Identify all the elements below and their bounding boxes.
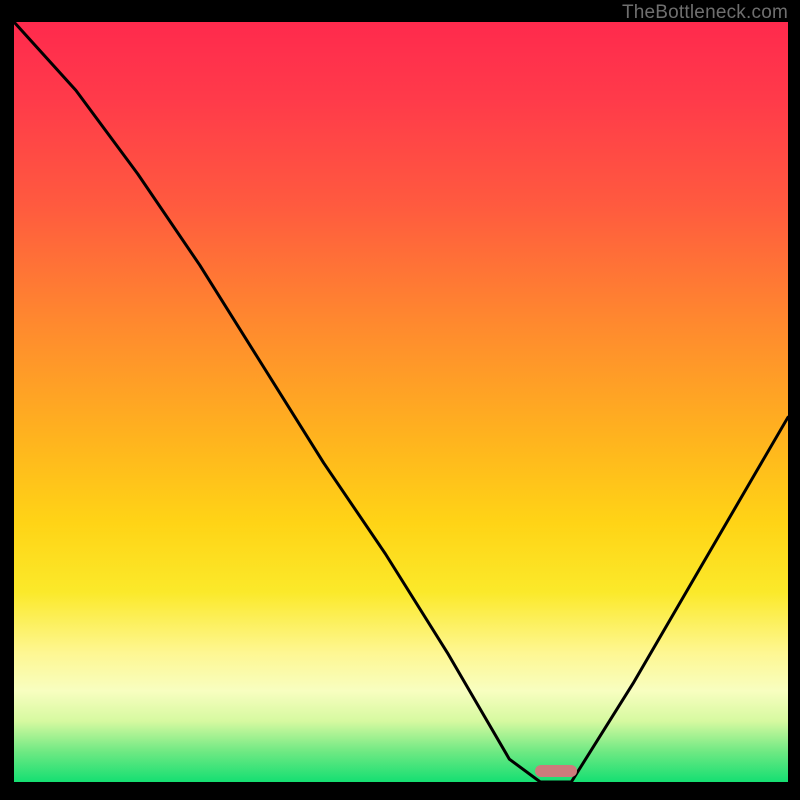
valley-marker xyxy=(535,765,577,777)
chart-frame: TheBottleneck.com xyxy=(0,0,800,800)
bottleneck-curve-path xyxy=(14,22,788,782)
plot-area xyxy=(14,22,788,782)
curve-svg xyxy=(14,22,788,782)
watermark-text: TheBottleneck.com xyxy=(622,2,788,24)
